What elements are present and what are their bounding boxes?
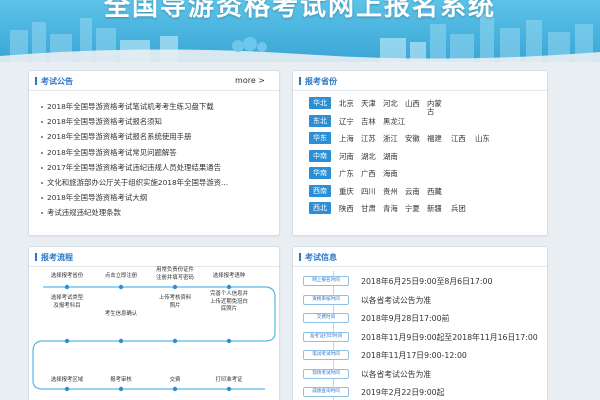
region-title: 报考省份 (299, 77, 337, 86)
info-tag: 准考证打印时间 (303, 331, 349, 342)
info-tag: 网上报名时间 (303, 276, 349, 286)
info-tag: 现场考试时间 (303, 368, 349, 379)
info-tag: 笔试考试时间 (303, 350, 349, 360)
notice-item[interactable]: 2018年全国导游资格考试报名须知 (41, 114, 271, 129)
province-link[interactable]: 上海 (339, 133, 354, 144)
province-link[interactable]: 吉林 (361, 116, 376, 127)
province-link[interactable]: 辽宁 (339, 116, 354, 127)
notice-panel: 考试公告 more > 2018年全国导游资格考试笔试机考考生练习盘下载 201… (28, 70, 280, 236)
province-link[interactable]: 安徽 (405, 133, 420, 144)
province-link[interactable]: 山东 (475, 133, 490, 144)
exam-info-header: 考试信息 (293, 247, 547, 267)
process-step: 打印准考证 (215, 377, 243, 383)
province-link[interactable]: 宁夏 (405, 203, 420, 214)
province-link[interactable]: 西藏 (427, 186, 442, 197)
province-link[interactable]: 福建 (427, 133, 442, 144)
province-link[interactable]: 古 (427, 106, 434, 117)
notice-item[interactable]: 考试违规违纪处理条款 (41, 205, 271, 220)
province-link[interactable]: 湖南 (383, 151, 398, 162)
region-tag: 中南 (309, 149, 331, 162)
info-value: 以各省考试公告为准 (361, 295, 432, 305)
province-link[interactable]: 河南 (339, 151, 354, 162)
province-link[interactable]: 河北 (383, 98, 398, 109)
process-step: 点击立即注册 (104, 273, 138, 279)
info-value: 2019年2月22日9:00起 (361, 388, 445, 397)
process-step: 考生信息确认 (104, 311, 138, 317)
region-header: 报考省份 (293, 71, 547, 91)
province-link[interactable]: 天津 (361, 98, 376, 109)
info-value: 以各省考试公告为准 (361, 369, 432, 379)
region-tag: 东北 (309, 114, 331, 127)
process-step: 用常负责份证件 注册并填写密码 (156, 267, 194, 281)
process-panel: 报考流程 选择报考省份 点击立即注册 用常负责份证件 注册并填写密码 选择报考语种 选择考… (28, 246, 280, 400)
exam-info-panel: 考试信息 网上报名时间 2018年6月25日9:00至8月6日17:00 资格审核时… (292, 246, 548, 400)
province-link[interactable]: 北京 (339, 98, 354, 109)
notice-list: 2018年全国导游资格考试笔试机考考生练习盘下载 2018年全国导游资格考试报名… (41, 99, 271, 221)
process-step: 完善个人信息并 上传近期免冠白 底照片 (210, 291, 248, 312)
notice-item[interactable]: 2018年全国导游资格考试报名系统使用手册 (41, 129, 271, 144)
process-step: 报考审核 (110, 377, 132, 383)
page-title: 全国导游资格考试网上报名系统 (103, 0, 496, 22)
province-link[interactable]: 青海 (383, 203, 398, 214)
notice-item[interactable]: 2018年全国导游资格考试笔试机考考生练习盘下载 (41, 99, 271, 114)
province-link[interactable]: 新疆 (427, 203, 442, 214)
province-link[interactable]: 黑龙江 (383, 116, 405, 127)
process-step: 选择报考区域 (50, 377, 84, 383)
notice-item[interactable]: 2018年全国导游资格考试常见问题解答 (41, 145, 271, 160)
notice-item[interactable]: 2018年全国导游资格考试大纲 (41, 190, 271, 205)
province-link[interactable]: 浙江 (383, 133, 398, 144)
process-step: 选择报考语种 (212, 273, 246, 279)
province-link[interactable]: 海南 (383, 168, 398, 179)
info-tag: 资格审核时间 (303, 294, 349, 305)
region-tag: 华南 (309, 167, 331, 179)
process-step: 选择考试类型 及报考科目 (50, 295, 84, 309)
exam-info-title: 考试信息 (299, 253, 337, 262)
region-tag: 华东 (309, 132, 331, 144)
province-link[interactable]: 广东 (339, 168, 354, 179)
province-link[interactable]: 兵团 (451, 203, 466, 214)
province-link[interactable]: 陕西 (339, 203, 354, 214)
process-step: 上传考核资料 照片 (158, 295, 192, 309)
province-link[interactable]: 广西 (361, 168, 376, 179)
province-link[interactable]: 山西 (405, 98, 420, 109)
process-step: 选择报考省份 (50, 273, 84, 279)
info-tag: 交费时间 (303, 313, 349, 323)
province-link[interactable]: 甘肃 (361, 203, 376, 214)
info-value: 2018年11月17日9:00-12:00 (361, 351, 467, 360)
process-step: 交费 (169, 377, 181, 383)
notice-title: 考试公告 (35, 77, 73, 86)
notice-item[interactable]: 2017年全国导游资格考试违纪违规人员处理结果通告 (41, 160, 271, 175)
info-value: 2018年6月25日9:00至8月6日17:00 (361, 277, 493, 286)
province-link[interactable]: 云南 (405, 186, 420, 197)
region-tag: 华北 (309, 97, 331, 109)
province-link[interactable]: 重庆 (339, 186, 354, 197)
notice-item[interactable]: 文化和旅游部办公厅关于组织实施2018年全国导游资... (41, 175, 271, 190)
region-tag: 西南 (309, 184, 331, 197)
region-panel: 报考省份 华北 北京 天津 河北 山西 内蒙古东北 辽宁 吉林 黑龙江 华东 上海 江苏 浙江 安徽 福建江… (292, 70, 548, 236)
info-value: 2018年9月28日17:00前 (361, 314, 450, 323)
province-link[interactable]: 江苏 (361, 133, 376, 144)
province-link[interactable]: 江西 (451, 133, 466, 144)
region-tag: 西北 (309, 202, 331, 214)
header-banner: 全国导游资格考试网上报名系统 (0, 0, 600, 62)
info-value: 2018年11月9日9:00起至2018年11月16日17:00 (361, 332, 538, 342)
more-link[interactable]: more > (235, 76, 265, 85)
province-link[interactable]: 湖北 (361, 151, 376, 162)
notice-header: 考试公告 more > (29, 71, 279, 91)
province-link[interactable]: 四川 (361, 186, 376, 197)
province-link[interactable]: 贵州 (383, 186, 398, 197)
info-tag: 成绩查询时间 (303, 387, 349, 397)
